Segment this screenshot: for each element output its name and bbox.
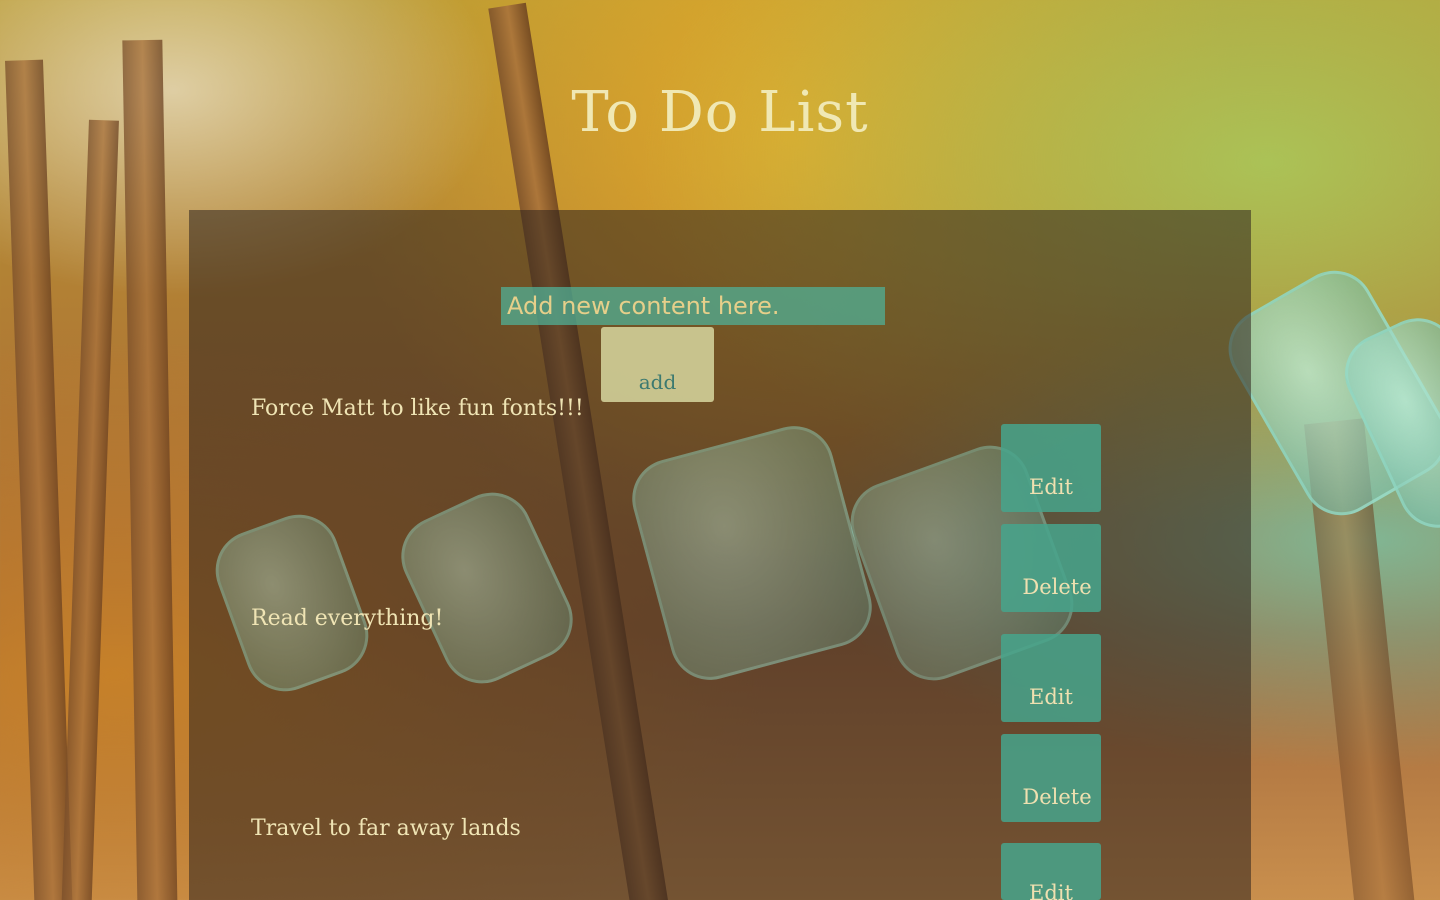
edit-button[interactable]: Edit [1001,843,1101,900]
task-text: Travel to far away lands [251,816,521,841]
task-text: Read everything! [251,606,444,631]
new-task-input[interactable] [501,287,885,325]
edit-button[interactable]: Edit [1001,424,1101,512]
add-button[interactable]: add [601,327,714,402]
delete-button[interactable]: Delete [1001,524,1101,612]
task-text: Force Matt to like fun fonts!!! [251,396,584,421]
delete-button[interactable]: Delete [1001,734,1101,822]
edit-button[interactable]: Edit [1001,634,1101,722]
page-title: To Do List [571,80,869,145]
